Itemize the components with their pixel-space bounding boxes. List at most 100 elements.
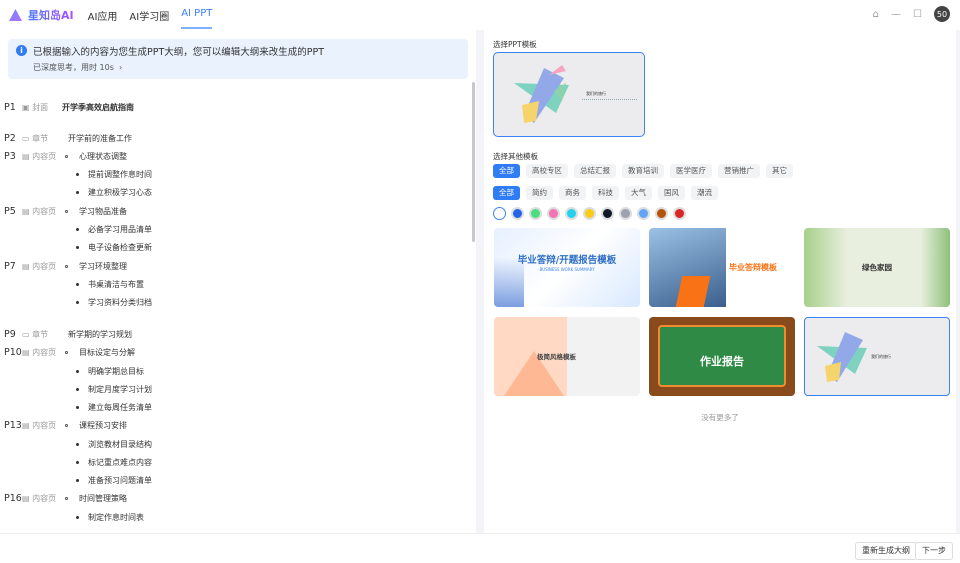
template-card-selected[interactable]: 我们的旅行 — [804, 317, 950, 396]
outline-row[interactable]: 浏览教材目录结构 — [0, 436, 460, 452]
category-chip[interactable]: 医学医疗 — [670, 164, 712, 178]
category-chip[interactable]: 其它 — [766, 164, 793, 178]
color-swatch[interactable] — [655, 207, 668, 220]
outline-text[interactable]: 学习环境整理 — [79, 261, 127, 272]
page-type: ▣ 封面 — [22, 102, 49, 112]
template-card[interactable]: 绿色家园 — [804, 228, 950, 307]
hollow-bullet-icon — [65, 496, 68, 500]
category-chip[interactable]: 总结汇报 — [574, 164, 616, 178]
template-card[interactable]: 毕业答辩/开题报告模板 BUSINESS WORK SUMMARY — [494, 228, 640, 307]
outline-row[interactable]: P13 ▤ 内容页 课程预习安排 — [0, 417, 460, 433]
avatar[interactable]: 50 — [934, 6, 950, 22]
outline-text[interactable]: 浏览教材目录结构 — [88, 439, 152, 450]
outline-row[interactable]: 电子设备检查更新 — [0, 239, 460, 255]
color-swatch[interactable] — [493, 207, 506, 220]
outline-text[interactable]: 开学前的准备工作 — [68, 133, 132, 144]
template-grid: 毕业答辩/开题报告模板 BUSINESS WORK SUMMARY 毕业答辩模板… — [494, 228, 950, 396]
outline-row[interactable]: P5 ▤ 内容页 学习物品准备 — [0, 203, 460, 219]
outline-row[interactable]: 标记重点难点内容 — [0, 454, 460, 470]
color-swatch[interactable] — [637, 207, 650, 220]
outline-text[interactable]: 制定月度学习计划 — [88, 384, 152, 395]
color-swatch[interactable] — [565, 207, 578, 220]
outline-row[interactable]: 准备预习问题清单 — [0, 472, 460, 488]
outline-row[interactable]: 必备学习用品清单 — [0, 221, 460, 237]
selected-template-preview[interactable]: 我们的旅行 — [493, 52, 645, 137]
outline-row[interactable]: P3 ▤ 内容页 心理状态调整 — [0, 148, 460, 164]
color-swatch[interactable] — [511, 207, 524, 220]
minimize-icon[interactable]: — — [891, 9, 901, 20]
outline-text[interactable]: 课程预习安排 — [79, 420, 127, 431]
outline-text[interactable]: 建立积极学习心态 — [88, 187, 152, 198]
outline-text[interactable]: 提前调整作息时间 — [88, 169, 152, 180]
outline-text[interactable]: 电子设备检查更新 — [88, 242, 152, 253]
template-card[interactable]: 极简风格模板 — [494, 317, 640, 396]
content-page-icon: ▤ — [22, 206, 30, 216]
outline-row[interactable]: 学习资料分类归档 — [0, 294, 460, 310]
outline-row[interactable]: P16 ▤ 内容页 时间管理策略 — [0, 490, 460, 506]
template-subtitle: BUSINESS WORK SUMMARY — [539, 267, 595, 272]
outline-text[interactable]: 学习物品准备 — [79, 206, 127, 217]
nav-ai-apps[interactable]: AI应用 — [88, 2, 118, 29]
outline-row[interactable]: 明确学期总目标 — [0, 363, 460, 379]
style-chip[interactable]: 科技 — [592, 186, 619, 200]
logo-icon — [9, 9, 22, 21]
outline-row[interactable]: 建立积极学习心态 — [0, 184, 460, 200]
content-page-icon: ▤ — [22, 420, 30, 430]
bullet-icon — [76, 442, 79, 446]
color-swatch[interactable] — [601, 207, 614, 220]
style-chip[interactable]: 国风 — [658, 186, 685, 200]
template-panel: 选择PPT模板 我们的旅行 选择其他模板 全部 高校专区 总结汇报 教育培训 医学医疗营… — [484, 30, 956, 533]
home-icon[interactable]: ⌂ — [873, 9, 879, 20]
outline-row[interactable]: 建立每周任务清单 — [0, 399, 460, 415]
outline-text[interactable]: 书桌清洁与布置 — [88, 279, 144, 290]
outline-row[interactable]: P9 ▭ 章节 新学期的学习规划 — [0, 326, 460, 342]
color-swatch[interactable] — [619, 207, 632, 220]
outline-text[interactable]: 建立每周任务清单 — [88, 402, 152, 413]
color-swatch[interactable] — [547, 207, 560, 220]
template-card[interactable]: 作业报告 — [649, 317, 795, 396]
outline-text[interactable]: 学习资料分类归档 — [88, 297, 152, 308]
style-chip[interactable]: 简约 — [526, 186, 553, 200]
regenerate-outline-button[interactable]: 重新生成大纲 — [855, 542, 917, 560]
notice-message: 已根据输入的内容为您生成PPT大纲，您可以编辑大纲来改生成的PPT — [33, 47, 325, 58]
outline-row[interactable]: 书桌清洁与布置 — [0, 276, 460, 292]
thinking-toggle[interactable]: 已深度思考，用时 10s › — [33, 62, 122, 73]
bullet-icon — [76, 245, 79, 249]
style-chip[interactable]: 全部 — [493, 186, 520, 200]
outline-row[interactable]: P10 ▤ 内容页 目标设定与分解 — [0, 344, 460, 360]
outline-text[interactable]: 心理状态调整 — [79, 151, 127, 162]
style-filter: 全部 简约 商务 科技 大气 国风 潮流 — [493, 186, 718, 200]
outline-text[interactable]: 目标设定与分解 — [79, 347, 135, 358]
outline-text[interactable]: 必备学习用品清单 — [88, 224, 152, 235]
outline-row[interactable]: 制定月度学习计划 — [0, 381, 460, 397]
outline-row[interactable]: 提前调整作息时间 — [0, 166, 460, 182]
outline-row[interactable]: P7 ▤ 内容页 学习环境整理 — [0, 258, 460, 274]
color-swatch[interactable] — [673, 207, 686, 220]
color-swatch[interactable] — [529, 207, 542, 220]
category-chip[interactable]: 全部 — [493, 164, 520, 178]
outline-text[interactable]: 时间管理策略 — [79, 493, 127, 504]
scrollbar[interactable] — [472, 82, 475, 242]
outline-text[interactable]: 制定作息时间表 — [88, 512, 144, 523]
style-chip[interactable]: 商务 — [559, 186, 586, 200]
outline-text[interactable]: 新学期的学习规划 — [68, 329, 132, 340]
category-chip[interactable]: 营销推广 — [718, 164, 760, 178]
outline-text[interactable]: 标记重点难点内容 — [88, 457, 152, 468]
outline-row[interactable]: 制定作息时间表 — [0, 509, 460, 525]
nav-ai-circle[interactable]: AI学习圈 — [129, 2, 169, 29]
outline-text[interactable]: 开学季高效启航指南 — [62, 102, 134, 113]
outline-text[interactable]: 准备预习问题清单 — [88, 475, 152, 486]
next-step-button[interactable]: 下一步 — [915, 542, 953, 560]
style-chip[interactable]: 大气 — [625, 186, 652, 200]
outline-text[interactable]: 明确学期总目标 — [88, 366, 144, 377]
color-swatch[interactable] — [583, 207, 596, 220]
category-chip[interactable]: 高校专区 — [526, 164, 568, 178]
style-chip[interactable]: 潮流 — [691, 186, 718, 200]
nav-ai-ppt[interactable]: AI PPT — [181, 2, 213, 29]
outline-panel: i 已根据输入的内容为您生成PPT大纲，您可以编辑大纲来改生成的PPT 已深度思… — [0, 30, 476, 533]
maximize-icon[interactable]: ☐ — [913, 9, 922, 20]
template-card[interactable]: 毕业答辩模板 — [649, 228, 795, 307]
outline-row[interactable]: P2 ▭ 章节 开学前的准备工作 — [0, 130, 460, 146]
category-chip[interactable]: 教育培训 — [622, 164, 664, 178]
outline-row[interactable]: P1 ▣ 封面 开学季高效启航指南 — [0, 99, 460, 115]
